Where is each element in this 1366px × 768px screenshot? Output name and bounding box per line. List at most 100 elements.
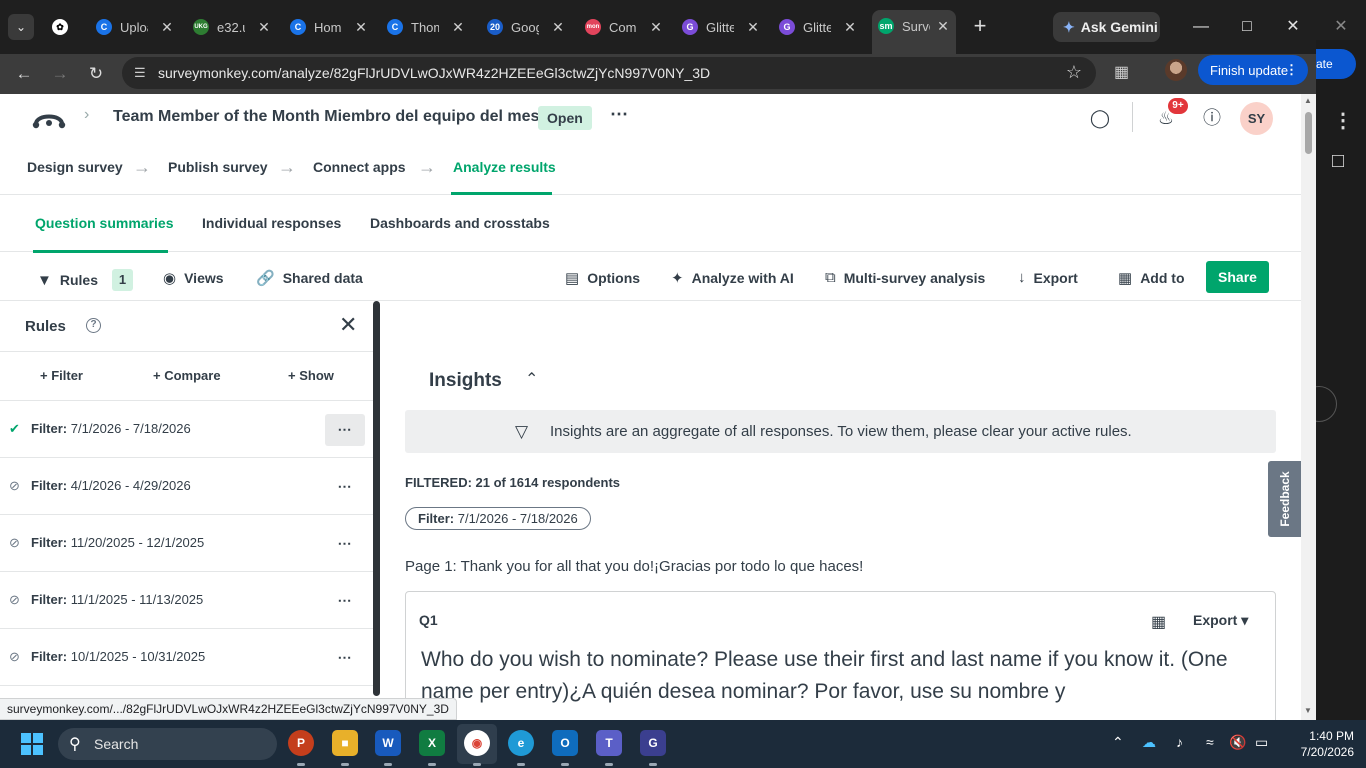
close-tab-icon[interactable]: ✕ bbox=[257, 19, 271, 36]
finish-update-button[interactable]: Finish update ⋮ bbox=[1198, 55, 1308, 85]
page-scrollbar[interactable]: ▲ ▼ bbox=[1301, 94, 1316, 720]
close-tab-icon[interactable]: ✕ bbox=[551, 19, 565, 36]
windows-start-icon[interactable] bbox=[21, 733, 43, 755]
rule-row[interactable]: ✔ Filter: 7/1/2026 - 7/18/2026 ⋯ bbox=[0, 401, 373, 458]
options-button[interactable]: ▤ Options bbox=[565, 269, 640, 287]
speaker-muted-icon[interactable]: 🔇 bbox=[1229, 734, 1246, 751]
surveymonkey-logo-icon[interactable] bbox=[32, 106, 66, 130]
tab-chatgpt[interactable]: ✿ bbox=[52, 12, 76, 42]
browser-tab[interactable]: G Glitte ✕ bbox=[779, 12, 863, 42]
new-tab-button[interactable]: + bbox=[970, 14, 990, 40]
share-button[interactable]: Share bbox=[1206, 261, 1269, 293]
browser-tab[interactable]: G Glitte ✕ bbox=[682, 12, 766, 42]
rule-row[interactable]: ⊘ Filter: 11/20/2025 - 12/1/2025 ⋯ bbox=[0, 515, 373, 572]
kebab-menu-icon[interactable]: ⋮ bbox=[1285, 62, 1298, 78]
close-tab-icon[interactable]: ✕ bbox=[354, 19, 368, 36]
close-tab-icon[interactable]: ✕ bbox=[160, 19, 174, 36]
add-to-button[interactable]: ▦ Add to bbox=[1118, 269, 1185, 287]
rule-more-icon[interactable]: ⋯ bbox=[325, 471, 365, 503]
close-tab-icon[interactable]: ✕ bbox=[451, 19, 465, 36]
rules-panel-scrollbar[interactable] bbox=[373, 301, 380, 696]
forward-arrow-icon[interactable]: → bbox=[47, 61, 73, 87]
feedback-tab[interactable]: Feedback bbox=[1268, 461, 1301, 537]
browser-tab[interactable]: sm Surve ✕ bbox=[872, 10, 956, 54]
close-icon[interactable]: ✕ bbox=[339, 314, 357, 336]
browser-tab[interactable]: C Home ✕ bbox=[290, 12, 374, 42]
question-export-dropdown[interactable]: Export ▾ bbox=[1193, 612, 1248, 629]
add-show-button[interactable]: + Show bbox=[288, 368, 334, 383]
help-circle-icon[interactable]: ? bbox=[86, 318, 101, 333]
browser-tab[interactable]: mon Com ✕ bbox=[585, 12, 669, 42]
file-explorer-icon[interactable]: ■ bbox=[332, 730, 358, 766]
rule-row[interactable]: ⊘ Filter: 11/1/2025 - 11/13/2025 ⋯ bbox=[0, 572, 373, 629]
site-info-icon[interactable]: ☰ bbox=[134, 65, 146, 81]
maximize-icon[interactable]: □ bbox=[1232, 14, 1262, 40]
rule-more-icon[interactable]: ⋯ bbox=[325, 528, 365, 560]
shared-data-button[interactable]: 🔗 Shared data bbox=[256, 269, 363, 287]
close-window-icon[interactable]: ✕ bbox=[1278, 14, 1308, 40]
url-bar[interactable]: ☰ surveymonkey.com/analyze/82gFlJrUDVLwO… bbox=[122, 57, 1096, 89]
onedrive-cloud-icon[interactable]: ☁ bbox=[1142, 734, 1156, 751]
chrome-icon[interactable]: ◉ bbox=[464, 730, 490, 766]
close-tab-icon[interactable]: ✕ bbox=[843, 19, 857, 36]
tab-dashboards-crosstabs[interactable]: Dashboards and crosstabs bbox=[370, 215, 550, 231]
chevron-up-icon[interactable]: ⌃ bbox=[525, 369, 538, 389]
back-arrow-icon[interactable]: ← bbox=[11, 61, 37, 87]
views-button[interactable]: ◉ Views bbox=[163, 269, 224, 287]
battery-icon[interactable]: ▭ bbox=[1255, 734, 1268, 751]
export-button[interactable]: ↓ Export bbox=[1018, 269, 1078, 286]
chevron-up-icon[interactable]: ⌃ bbox=[1112, 734, 1124, 751]
outlook-icon[interactable]: O bbox=[552, 730, 578, 766]
rule-more-icon[interactable]: ⋯ bbox=[325, 414, 365, 446]
wifi-icon[interactable]: ≈ bbox=[1206, 734, 1214, 750]
browser-tab[interactable]: UKG e32.u ✕ bbox=[193, 12, 277, 42]
minimize-icon[interactable]: — bbox=[1186, 14, 1216, 40]
teams-icon[interactable]: T bbox=[596, 730, 622, 766]
microphone-icon[interactable]: ♪ bbox=[1176, 734, 1183, 750]
snipping-tool-icon[interactable]: G bbox=[640, 730, 666, 766]
profile-avatar[interactable] bbox=[1165, 59, 1187, 81]
rule-row[interactable]: ⊘ Filter: 4/1/2026 - 4/29/2026 ⋯ bbox=[0, 458, 373, 515]
step-publish-survey[interactable]: Publish survey bbox=[168, 159, 268, 175]
close-tab-icon[interactable]: ✕ bbox=[936, 18, 950, 35]
chat-icon[interactable]: ◯ bbox=[1088, 106, 1112, 130]
powerpoint-icon[interactable]: P bbox=[288, 730, 314, 766]
disabled-circle-icon[interactable]: ⊘ bbox=[9, 592, 20, 608]
close-tab-icon[interactable]: ✕ bbox=[649, 19, 663, 36]
extensions-icon[interactable]: ▦ bbox=[1114, 62, 1129, 82]
rules-button[interactable]: ▼ Rules 1 bbox=[37, 269, 133, 291]
reload-icon[interactable]: ↻ bbox=[83, 61, 109, 87]
browser-tab[interactable]: 20 Goog ✕ bbox=[487, 12, 571, 42]
browser-tab[interactable]: C Uploa ✕ bbox=[96, 12, 180, 42]
close-tab-icon[interactable]: ✕ bbox=[746, 19, 760, 36]
rule-row[interactable]: ⊘ Filter: 10/1/2025 - 10/31/2025 ⋯ bbox=[0, 629, 373, 686]
scroll-down-icon[interactable]: ▼ bbox=[1304, 706, 1312, 715]
step-analyze-results[interactable]: Analyze results bbox=[453, 159, 556, 175]
step-design-survey[interactable]: Design survey bbox=[27, 159, 123, 175]
add-compare-button[interactable]: + Compare bbox=[153, 368, 221, 383]
system-clock[interactable]: 1:40 PM 7/20/2026 bbox=[1284, 728, 1354, 760]
scrollbar-thumb[interactable] bbox=[1305, 112, 1312, 154]
active-filter-pill[interactable]: Filter: 7/1/2026 - 7/18/2026 bbox=[405, 507, 591, 530]
excel-icon[interactable]: X bbox=[419, 730, 445, 766]
disabled-circle-icon[interactable]: ⊘ bbox=[9, 649, 20, 665]
add-filter-button[interactable]: + Filter bbox=[40, 368, 83, 383]
bookmark-star-icon[interactable]: ☆ bbox=[1066, 62, 1082, 83]
check-circle-icon[interactable]: ✔ bbox=[9, 421, 20, 437]
tab-individual-responses[interactable]: Individual responses bbox=[202, 215, 341, 231]
ask-gemini-button[interactable]: ✦ Ask Gemini bbox=[1053, 12, 1160, 42]
tab-search-chevron-icon[interactable]: ⌄ bbox=[8, 14, 34, 40]
add-to-dashboard-icon[interactable]: ▦ bbox=[1151, 612, 1166, 632]
taskbar-search[interactable]: ⚲ Search bbox=[58, 728, 277, 760]
multi-survey-analysis-button[interactable]: ⧉ Multi-survey analysis bbox=[825, 269, 985, 286]
tab-question-summaries[interactable]: Question summaries bbox=[35, 215, 174, 231]
avatar[interactable]: SY bbox=[1240, 102, 1273, 135]
help-icon[interactable]: ⓘ bbox=[1200, 106, 1224, 130]
survey-title[interactable]: Team Member of the Month Miembro del equ… bbox=[113, 108, 539, 126]
disabled-circle-icon[interactable]: ⊘ bbox=[9, 535, 20, 551]
rule-more-icon[interactable]: ⋯ bbox=[325, 585, 365, 617]
word-icon[interactable]: W bbox=[375, 730, 401, 766]
browser-tab[interactable]: C Thom ✕ bbox=[387, 12, 471, 42]
analyze-with-ai-button[interactable]: ✦ Analyze with AI bbox=[671, 269, 794, 287]
step-connect-apps[interactable]: Connect apps bbox=[313, 159, 406, 175]
